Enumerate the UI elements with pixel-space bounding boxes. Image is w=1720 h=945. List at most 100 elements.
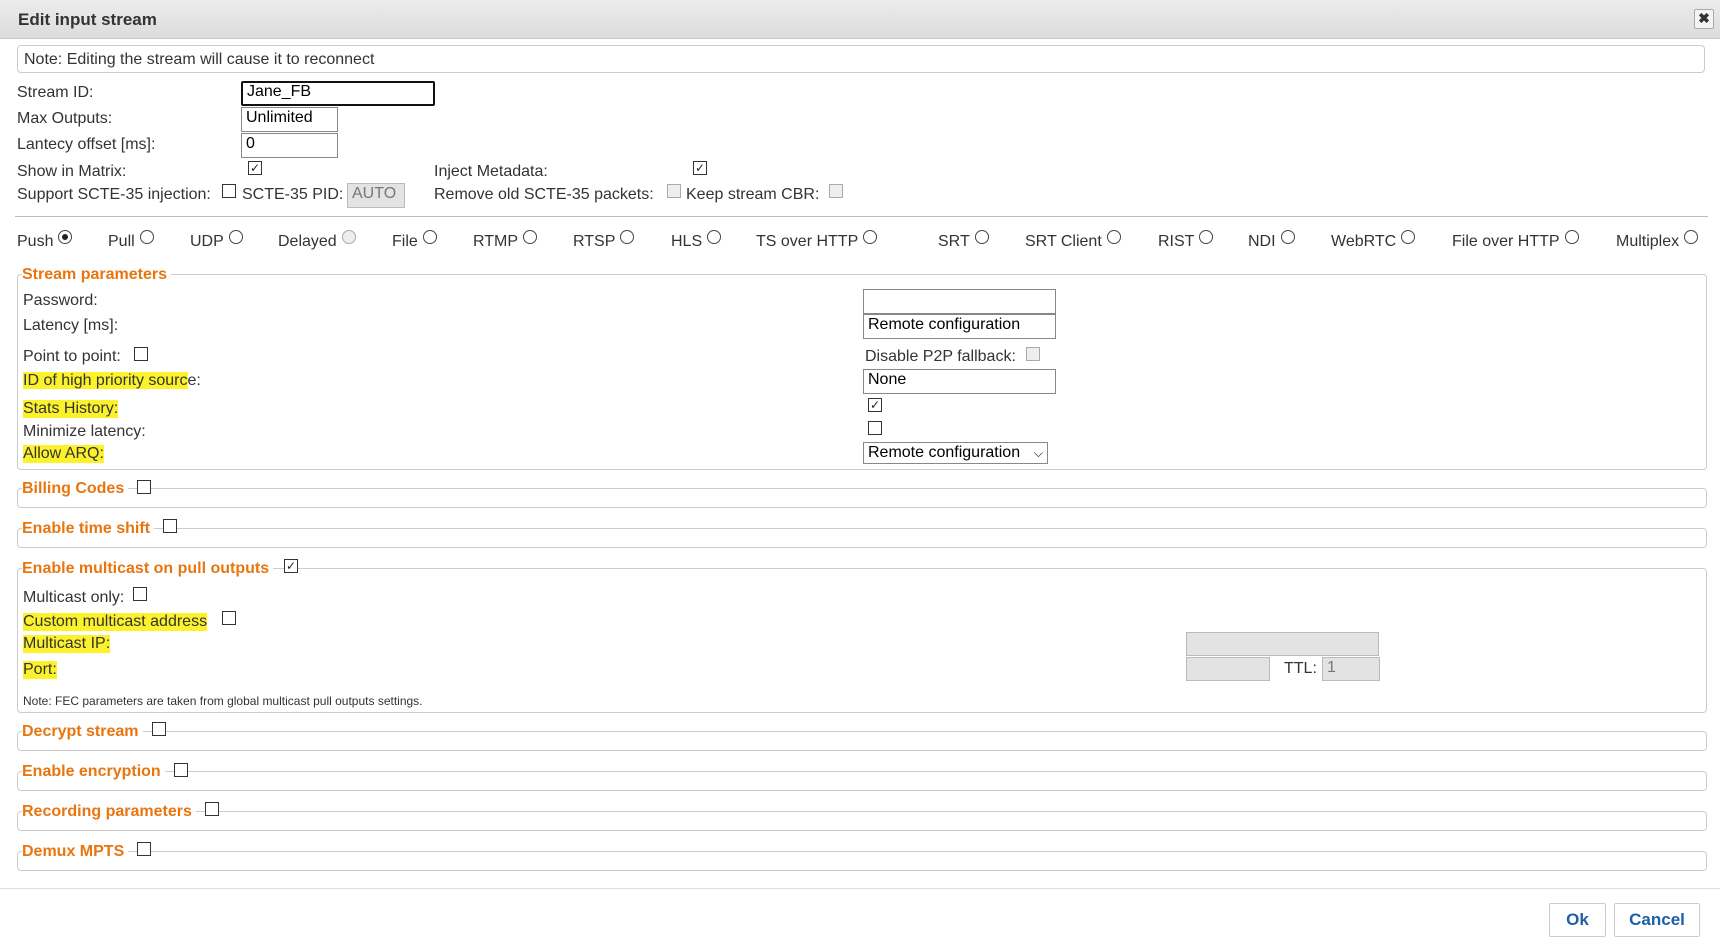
recording-checkbox[interactable] bbox=[205, 802, 219, 816]
point-to-point-label: Point to point: bbox=[23, 348, 121, 365]
protocol-label: HLS bbox=[671, 233, 703, 250]
protocol-option-rist[interactable]: RIST bbox=[1158, 230, 1214, 251]
protocol-option-srt[interactable]: SRT bbox=[938, 230, 989, 251]
port-input[interactable] bbox=[1186, 657, 1270, 681]
chevron-down-icon: ⌵ bbox=[1033, 446, 1043, 460]
custom-multicast-checkbox[interactable] bbox=[222, 611, 236, 625]
close-icon[interactable]: ✖ bbox=[1694, 9, 1714, 29]
allow-arq-value: Remote configuration bbox=[868, 444, 1021, 461]
time-shift-fieldset bbox=[17, 528, 1707, 548]
multicast-ip-input[interactable] bbox=[1186, 632, 1379, 656]
show-in-matrix-checkbox[interactable]: ✓ bbox=[248, 161, 262, 175]
disable-p2p-label: Disable P2P fallback: bbox=[865, 348, 1016, 365]
protocol-option-file[interactable]: File bbox=[392, 230, 437, 251]
protocol-option-udp[interactable]: UDP bbox=[190, 230, 243, 251]
protocol-label: SRT bbox=[938, 233, 970, 250]
protocol-label: UDP bbox=[190, 233, 224, 250]
decrypt-legend: Decrypt stream bbox=[22, 723, 143, 741]
inject-metadata-checkbox[interactable]: ✓ bbox=[693, 161, 707, 175]
latency-input[interactable]: Remote configuration bbox=[863, 314, 1056, 339]
time-shift-checkbox[interactable] bbox=[163, 519, 177, 533]
protocol-option-push[interactable]: Push bbox=[17, 230, 73, 251]
scte35-checkbox[interactable] bbox=[222, 184, 236, 198]
protocol-option-ts-over-http[interactable]: TS over HTTP bbox=[756, 230, 878, 251]
decrypt-checkbox[interactable] bbox=[152, 722, 166, 736]
remove-scte-checkbox[interactable] bbox=[667, 184, 681, 198]
protocol-label: SRT Client bbox=[1025, 233, 1102, 250]
point-to-point-checkbox[interactable] bbox=[134, 347, 148, 361]
protocol-radio-multiplex[interactable] bbox=[1684, 230, 1699, 244]
allow-arq-select[interactable]: Remote configuration ⌵ bbox=[863, 442, 1048, 464]
protocol-radio-pull[interactable] bbox=[139, 230, 154, 244]
ok-button[interactable]: Ok bbox=[1549, 903, 1606, 937]
protocol-label: Delayed bbox=[278, 233, 337, 250]
recording-fieldset bbox=[17, 811, 1707, 831]
stats-history-checkbox[interactable]: ✓ bbox=[868, 398, 882, 412]
protocol-label: File over HTTP bbox=[1452, 233, 1560, 250]
multicast-ip-label: Multicast IP: bbox=[23, 635, 111, 653]
protocol-option-multiplex[interactable]: Multiplex bbox=[1616, 230, 1699, 251]
cancel-button[interactable]: Cancel bbox=[1614, 903, 1700, 937]
protocol-radio-udp[interactable] bbox=[228, 230, 243, 244]
multicast-fieldset bbox=[17, 568, 1707, 713]
protocol-radio-file[interactable] bbox=[422, 230, 437, 244]
protocol-option-ndi[interactable]: NDI bbox=[1248, 230, 1295, 251]
multicast-checkbox[interactable]: ✓ bbox=[284, 559, 298, 573]
keep-cbr-checkbox[interactable] bbox=[829, 184, 843, 198]
protocol-radio-rtmp[interactable] bbox=[523, 230, 538, 244]
reconnect-note: Note: Editing the stream will cause it t… bbox=[17, 45, 1705, 73]
inject-metadata-label: Inject Metadata: bbox=[434, 163, 548, 180]
demux-checkbox[interactable] bbox=[137, 842, 151, 856]
protocol-option-rtmp[interactable]: RTMP bbox=[473, 230, 538, 251]
decrypt-fieldset bbox=[17, 731, 1707, 751]
protocol-radio-file-over-http[interactable] bbox=[1564, 230, 1579, 244]
protocol-radio-srt[interactable] bbox=[974, 230, 989, 244]
protocol-option-webrtc[interactable]: WebRTC bbox=[1331, 230, 1416, 251]
max-outputs-label: Max Outputs: bbox=[17, 110, 113, 127]
high-priority-label-text: ID of high priority sourc bbox=[23, 372, 188, 389]
stream-id-input[interactable]: Jane_FB bbox=[241, 81, 435, 106]
protocol-option-srt-client[interactable]: SRT Client bbox=[1025, 230, 1121, 251]
protocol-option-hls[interactable]: HLS bbox=[671, 230, 722, 251]
latency-offset-label: Lantecy offset [ms]: bbox=[17, 136, 156, 153]
protocol-radio-hls[interactable] bbox=[707, 230, 722, 244]
stream-parameters-fieldset bbox=[17, 274, 1707, 470]
ttl-input[interactable]: 1 bbox=[1322, 657, 1380, 681]
divider bbox=[15, 216, 1708, 217]
protocol-radio-ts-over-http[interactable] bbox=[863, 230, 878, 244]
high-priority-input[interactable]: None bbox=[863, 369, 1056, 394]
protocol-radio-push[interactable] bbox=[58, 230, 73, 244]
demux-legend: Demux MPTS bbox=[22, 843, 129, 861]
protocol-option-rtsp[interactable]: RTSP bbox=[573, 230, 635, 251]
max-outputs-input[interactable]: Unlimited bbox=[241, 107, 338, 132]
protocol-radio-rist[interactable] bbox=[1199, 230, 1214, 244]
high-priority-label: ID of high priority source: bbox=[23, 372, 201, 390]
protocol-option-pull[interactable]: Pull bbox=[108, 230, 154, 251]
disable-p2p-checkbox[interactable] bbox=[1026, 347, 1040, 361]
password-input[interactable] bbox=[863, 289, 1056, 314]
protocol-option-delayed[interactable]: Delayed bbox=[278, 230, 356, 251]
latency-label: Latency [ms]: bbox=[23, 317, 119, 334]
scte35-label: Support SCTE-35 injection: bbox=[17, 186, 211, 203]
protocol-radio-ndi[interactable] bbox=[1280, 230, 1295, 244]
protocol-label: Push bbox=[17, 233, 54, 250]
multicast-only-checkbox[interactable] bbox=[133, 587, 147, 601]
protocol-radio-srt-client[interactable] bbox=[1106, 230, 1121, 244]
recording-legend: Recording parameters bbox=[22, 803, 196, 821]
latency-offset-input[interactable]: 0 bbox=[241, 133, 338, 158]
protocol-label: File bbox=[392, 233, 418, 250]
scte35-pid-input[interactable]: AUTO bbox=[347, 183, 405, 208]
encryption-checkbox[interactable] bbox=[174, 763, 188, 777]
protocol-radio-rtsp[interactable] bbox=[620, 230, 635, 244]
protocol-radio-webrtc[interactable] bbox=[1401, 230, 1416, 244]
minimize-latency-checkbox[interactable] bbox=[868, 421, 882, 435]
protocol-radio-delayed[interactable] bbox=[341, 230, 356, 244]
protocol-label: Multiplex bbox=[1616, 233, 1680, 250]
stats-history-label: Stats History: bbox=[23, 400, 119, 418]
fec-note: Note: FEC parameters are taken from glob… bbox=[23, 694, 423, 708]
protocol-label: WebRTC bbox=[1331, 233, 1397, 250]
keep-cbr-label: Keep stream CBR: bbox=[686, 186, 820, 203]
billing-codes-checkbox[interactable] bbox=[137, 480, 151, 494]
protocol-option-file-over-http[interactable]: File over HTTP bbox=[1452, 230, 1579, 251]
billing-codes-legend: Billing Codes bbox=[22, 480, 129, 498]
